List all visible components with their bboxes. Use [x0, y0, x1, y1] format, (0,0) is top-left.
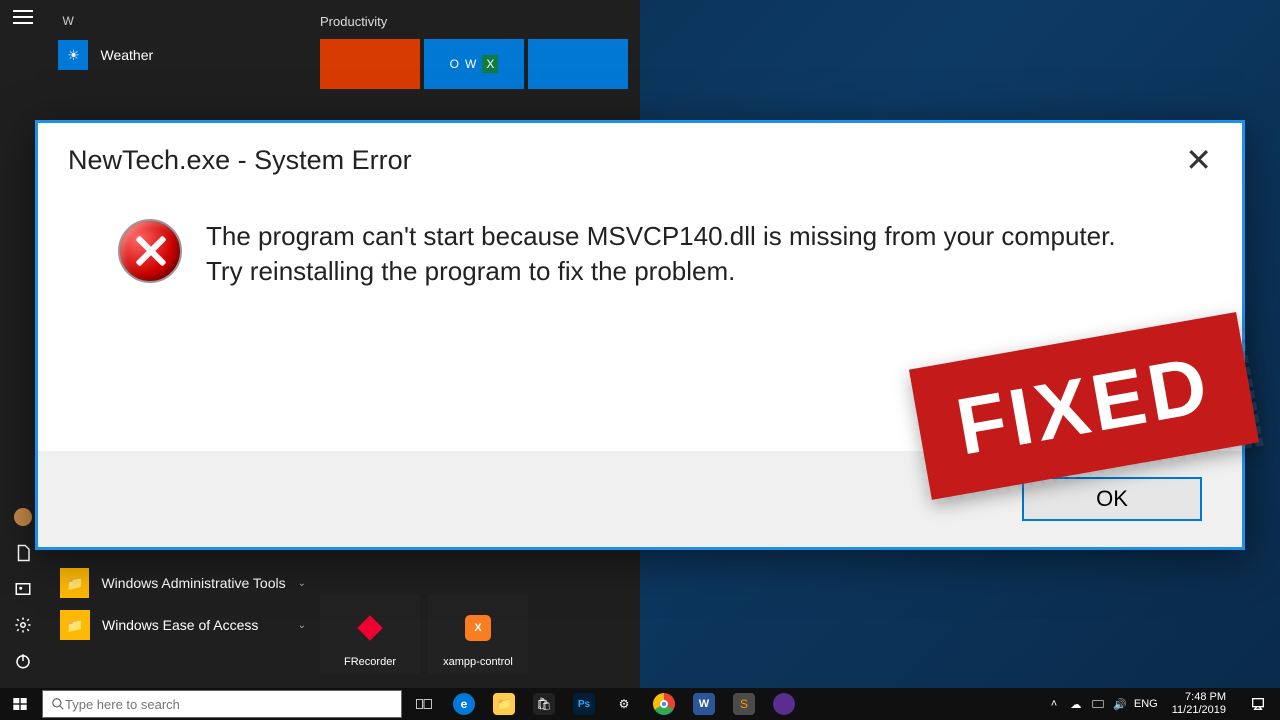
taskbar-pinned: e 📁 🛍 Ps ⚙ W S	[404, 688, 804, 720]
taskbar-clock[interactable]: 7:48 PM 11/21/2019	[1164, 691, 1234, 716]
chevron-down-icon: ⌄	[298, 578, 306, 589]
chevron-down-icon: ⌄	[298, 620, 306, 631]
taskbar: e 📁 🛍 Ps ⚙ W S ˄ ☁ 🔊 ENG 7:48 PM 11/21/2…	[0, 688, 1280, 720]
folder-icon: 📁	[60, 568, 89, 598]
ok-button-label: OK	[1096, 486, 1128, 512]
clock-date: 11/21/2019	[1172, 704, 1226, 717]
tray-network-icon[interactable]	[1090, 696, 1106, 712]
app-label: Windows Ease of Access	[102, 617, 258, 633]
blank-tile[interactable]	[528, 39, 628, 89]
error-icon	[118, 219, 182, 283]
app-label: Windows Administrative Tools	[101, 575, 285, 591]
error-dialog: NewTech.exe - System Error ✕ The program…	[35, 120, 1245, 550]
system-tray: ˄ ☁ 🔊 ENG 7:48 PM 11/21/2019	[1042, 688, 1280, 720]
search-input[interactable]	[65, 697, 393, 712]
tray-language[interactable]: ENG	[1134, 698, 1158, 710]
tray-chevron-icon[interactable]: ˄	[1046, 696, 1062, 712]
excel-icon: X	[482, 55, 498, 73]
tile-xampp[interactable]: X xampp-control	[428, 594, 528, 674]
dialog-message: The program can't start because MSVCP140…	[206, 219, 1156, 289]
action-center-icon[interactable]	[1240, 688, 1276, 720]
taskbar-chrome[interactable]	[644, 688, 684, 720]
app-ease-of-access[interactable]: 📁 Windows Ease of Access ⌄	[48, 604, 318, 646]
user-avatar-icon[interactable]	[14, 508, 32, 526]
app-weather[interactable]: ☀ Weather	[46, 34, 308, 76]
ok-button[interactable]: OK	[1022, 477, 1202, 521]
taskbar-store[interactable]: 🛍	[524, 688, 564, 720]
taskbar-app[interactable]	[764, 688, 804, 720]
power-icon[interactable]	[14, 652, 32, 670]
tile-label: xampp-control	[443, 656, 513, 668]
close-icon[interactable]: ✕	[1185, 141, 1212, 179]
tile-label: FRecorder	[344, 656, 396, 668]
xampp-icon: X	[465, 600, 491, 656]
office-apps-tile[interactable]: O W X	[424, 39, 524, 89]
app-list-letter[interactable]: W	[46, 8, 308, 34]
taskbar-edge[interactable]: e	[444, 688, 484, 720]
weather-icon: ☀	[58, 40, 88, 70]
tiles-group-header[interactable]: Productivity	[320, 10, 628, 39]
dialog-title: NewTech.exe - System Error	[68, 145, 412, 176]
start-rail-bottom	[14, 508, 32, 678]
word-icon: W	[465, 57, 476, 71]
documents-icon[interactable]	[14, 544, 32, 562]
task-view-icon[interactable]	[404, 688, 444, 720]
settings-gear-icon[interactable]	[14, 616, 32, 634]
taskbar-photoshop[interactable]: Ps	[564, 688, 604, 720]
taskbar-explorer[interactable]: 📁	[484, 688, 524, 720]
office-tile[interactable]	[320, 39, 420, 89]
taskbar-sublime[interactable]: S	[724, 688, 764, 720]
tray-volume-icon[interactable]: 🔊	[1112, 696, 1128, 712]
windows-logo-icon	[12, 696, 28, 712]
app-admin-tools[interactable]: 📁 Windows Administrative Tools ⌄	[48, 562, 318, 604]
hamburger-icon[interactable]	[13, 10, 33, 24]
taskbar-settings[interactable]: ⚙	[604, 688, 644, 720]
pictures-icon[interactable]	[14, 580, 32, 598]
app-label: Weather	[100, 47, 153, 63]
dialog-titlebar: NewTech.exe - System Error ✕	[38, 123, 1242, 179]
taskbar-search[interactable]	[42, 690, 402, 718]
tray-onedrive-icon[interactable]: ☁	[1068, 696, 1084, 712]
clock-time: 7:48 PM	[1172, 691, 1226, 704]
start-button[interactable]	[0, 688, 40, 720]
outlook-icon: O	[450, 57, 459, 71]
frecorder-icon	[361, 600, 379, 656]
tile-frecorder[interactable]: FRecorder	[320, 594, 420, 674]
taskbar-word[interactable]: W	[684, 688, 724, 720]
folder-icon: 📁	[60, 610, 90, 640]
search-icon	[51, 697, 65, 711]
